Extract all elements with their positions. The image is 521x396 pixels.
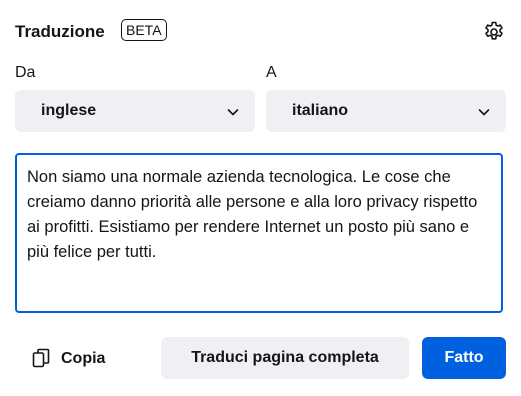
- panel-header: Traduzione BETA: [15, 18, 506, 48]
- source-text-area[interactable]: Non siamo una normale azienda tecnologic…: [15, 153, 503, 313]
- translate-full-page-button[interactable]: Traduci pagina completa: [161, 337, 409, 379]
- panel-title: Traduzione: [15, 22, 105, 41]
- to-language-select[interactable]: italiano: [266, 90, 506, 132]
- copy-icon: [32, 348, 50, 368]
- copy-button[interactable]: Copia: [24, 338, 134, 378]
- gear-icon[interactable]: [482, 20, 506, 44]
- copy-label: Copia: [61, 350, 106, 367]
- done-button[interactable]: Fatto: [422, 337, 506, 379]
- from-language-select[interactable]: inglese: [15, 90, 255, 132]
- to-language-label: A: [266, 64, 277, 81]
- from-language-value: inglese: [41, 102, 97, 119]
- chevron-down-icon: [478, 109, 490, 116]
- from-language-label: Da: [15, 64, 36, 81]
- chevron-down-icon: [227, 109, 239, 116]
- to-language-value: italiano: [292, 102, 349, 119]
- beta-badge: BETA: [121, 19, 167, 41]
